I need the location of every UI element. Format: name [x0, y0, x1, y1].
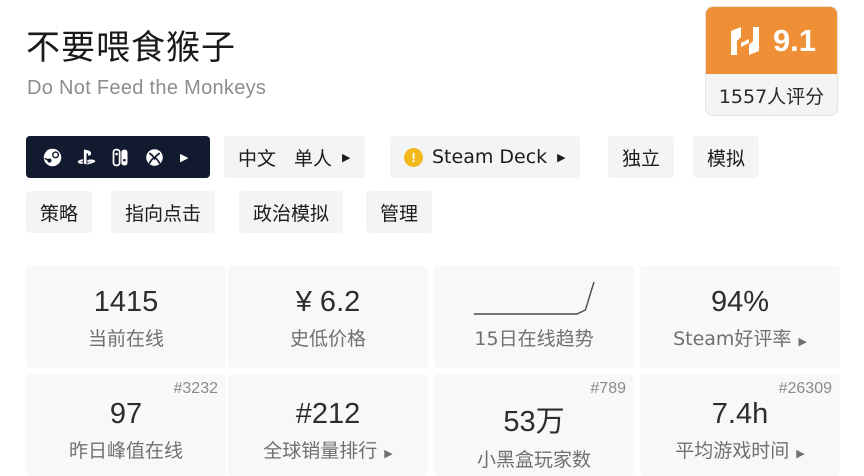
stat-label: 当前在线	[87, 328, 164, 350]
rank-badge: #3232	[173, 380, 219, 397]
stat-value: 97	[109, 398, 143, 430]
trend-series-line	[474, 281, 595, 315]
rank-badge: #26309	[778, 380, 832, 397]
chevron-right-icon: ▶	[342, 150, 351, 164]
tag-steam-deck-label: Steam Deck	[432, 146, 548, 168]
chevron-right-icon: ▶	[796, 447, 805, 460]
stat-label-wrap: 全球销量排行 ▶	[228, 436, 428, 463]
tag-language: 中文	[238, 147, 277, 170]
tag-mode: 单人	[294, 147, 333, 170]
rank-badge: #789	[590, 380, 626, 397]
game-subtitle: Do Not Feed the Monkeys	[27, 77, 267, 99]
trend-sparkline	[474, 281, 595, 315]
stat-value: 7.4h	[711, 398, 769, 430]
playstation-icon	[77, 149, 96, 164]
stat-lowest-price: ¥ 6.2 史低价格	[228, 266, 428, 368]
rating-logo-icon	[730, 26, 759, 55]
chevron-right-icon: ▶	[557, 150, 566, 164]
score-card[interactable]: 9.1 1557人评分	[705, 6, 838, 116]
stat-label-wrap: Steam好评率 ▶	[640, 324, 840, 351]
stat-label: 15日在线趋势	[474, 328, 594, 350]
stat-label: Steam好评率	[673, 328, 792, 350]
tag-item[interactable]: 策略	[26, 191, 93, 233]
tag-item[interactable]: 政治模拟	[239, 191, 344, 233]
stat-label: 史低价格	[289, 328, 366, 350]
platform-selector[interactable]: ▶	[26, 136, 210, 178]
stat-label: 小黑盒玩家数	[476, 449, 591, 471]
tag-language-mode[interactable]: 中文 单人 ▶	[224, 136, 365, 178]
stat-online-now: 1415 当前在线	[26, 266, 226, 368]
tag-steam-deck[interactable]: ! Steam Deck ▶	[390, 136, 580, 178]
stat-value: ¥ 6.2	[295, 286, 361, 318]
stat-heybox-players: #789 53万 小黑盒玩家数	[434, 374, 634, 476]
tag-item[interactable]: 指向点击	[111, 191, 216, 233]
stat-label: 平均游戏时间	[675, 440, 790, 462]
tag-item[interactable]: 管理	[366, 191, 433, 233]
platform-expand-icon: ▶	[180, 150, 189, 164]
stat-label-wrap: 平均游戏时间 ▶	[640, 436, 840, 463]
tag-item[interactable]: 独立	[608, 136, 675, 178]
stat-steam-rating[interactable]: 94% Steam好评率 ▶	[640, 266, 840, 368]
stat-value: #212	[295, 398, 361, 430]
stat-value: 94%	[710, 286, 770, 318]
tag-item[interactable]: 模拟	[693, 136, 760, 178]
score-value: 9.1	[772, 22, 817, 58]
chevron-right-icon: ▶	[798, 335, 807, 348]
game-title: 不要喂食猴子	[26, 28, 236, 68]
stat-global-sales[interactable]: #212 全球销量排行 ▶	[228, 374, 428, 476]
stat-peak-yesterday: #3232 97 昨日峰值在线	[26, 374, 226, 476]
stat-label: 昨日峰值在线	[68, 440, 183, 462]
steam-icon	[43, 148, 62, 166]
stat-avg-playtime[interactable]: #26309 7.4h 平均游戏时间 ▶	[640, 374, 840, 476]
score-header: 9.1	[706, 7, 837, 74]
switch-icon	[112, 148, 128, 166]
stat-label: 全球销量排行	[263, 440, 378, 462]
chevron-right-icon: ▶	[384, 447, 393, 460]
stat-trend[interactable]: 15日在线趋势	[434, 266, 634, 368]
score-count: 1557人评分	[718, 85, 825, 108]
xbox-icon	[146, 148, 163, 166]
warning-icon: !	[404, 147, 423, 167]
stat-value: 53万	[503, 406, 565, 438]
stat-value: 1415	[93, 286, 159, 318]
